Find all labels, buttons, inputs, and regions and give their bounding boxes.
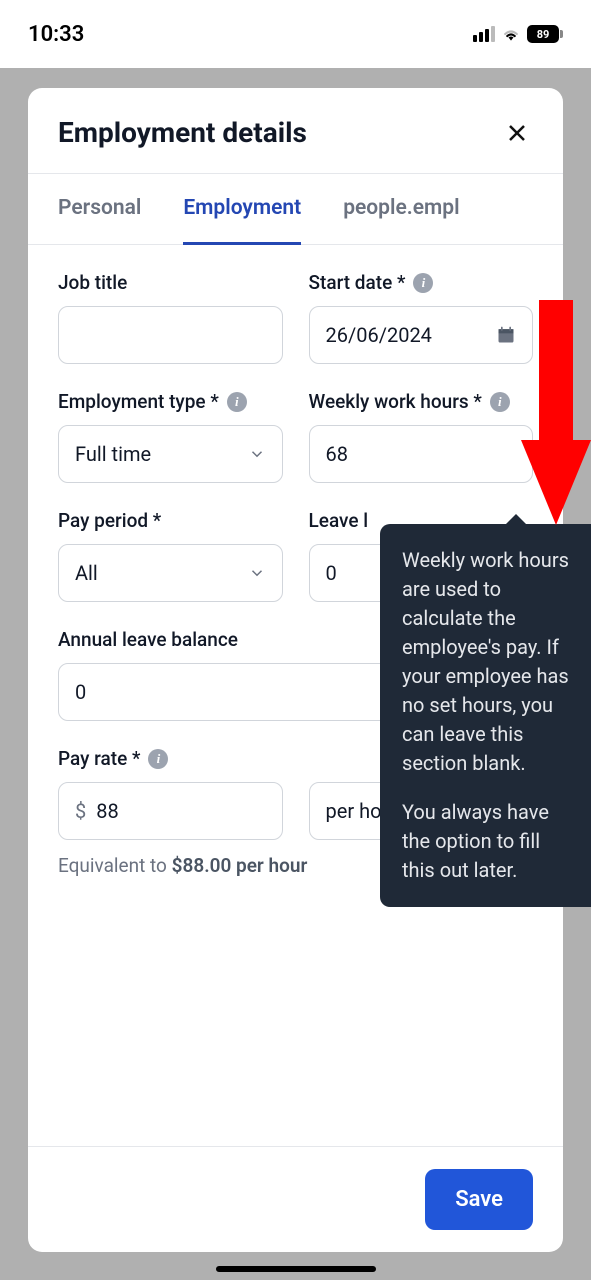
status-bar: 10:33 89 (0, 0, 591, 68)
select-pay-period[interactable]: All (58, 544, 283, 602)
tab-employment[interactable]: Employment (183, 174, 301, 245)
field-start-date: Start date * i 26/06/2024 (309, 271, 534, 364)
modal-header: Employment details (28, 88, 563, 174)
field-pay-rate: Pay rate * i $ 88 (58, 747, 283, 840)
field-pay-period: Pay period * All (58, 509, 283, 602)
status-time: 10:33 (28, 22, 84, 47)
input-weekly-hours[interactable]: 68 (309, 425, 534, 483)
field-employment-type: Employment type * i Full time (58, 390, 283, 483)
modal-footer: Save (28, 1146, 563, 1252)
chevron-down-icon (248, 445, 266, 463)
info-icon[interactable]: i (227, 392, 247, 412)
close-icon (505, 121, 529, 145)
modal-title: Employment details (58, 116, 307, 149)
tab-personal[interactable]: Personal (58, 174, 141, 244)
info-icon[interactable]: i (148, 749, 168, 769)
label-pay-period: Pay period * (58, 509, 283, 532)
select-employment-type[interactable]: Full time (58, 425, 283, 483)
tabs: Personal Employment people.empl (28, 174, 563, 245)
input-start-date[interactable]: 26/06/2024 (309, 306, 534, 364)
label-pay-rate: Pay rate * i (58, 747, 283, 770)
chevron-down-icon (248, 564, 266, 582)
home-indicator[interactable] (216, 1266, 376, 1272)
status-icons: 89 (473, 25, 563, 43)
save-button[interactable]: Save (425, 1169, 533, 1230)
field-weekly-hours: Weekly work hours * i 68 (309, 390, 534, 483)
calendar-icon (496, 325, 516, 345)
signal-icon (473, 26, 495, 42)
label-start-date: Start date * i (309, 271, 534, 294)
weekly-hours-tooltip: Weekly work hours are used to calculate … (380, 524, 591, 907)
tab-people-empl[interactable]: people.empl (343, 174, 459, 244)
arrow-annotation-icon (521, 300, 591, 530)
label-job-title: Job title (58, 271, 283, 294)
input-pay-rate[interactable]: $ 88 (58, 782, 283, 840)
label-employment-type: Employment type * i (58, 390, 283, 413)
input-job-title[interactable] (58, 306, 283, 364)
wifi-icon (501, 26, 521, 42)
currency-prefix: $ (75, 799, 86, 823)
close-button[interactable] (501, 117, 533, 149)
label-weekly-hours: Weekly work hours * i (309, 390, 534, 413)
battery-icon: 89 (527, 25, 563, 43)
field-job-title: Job title (58, 271, 283, 364)
info-icon[interactable]: i (490, 392, 510, 412)
info-icon[interactable]: i (413, 273, 433, 293)
